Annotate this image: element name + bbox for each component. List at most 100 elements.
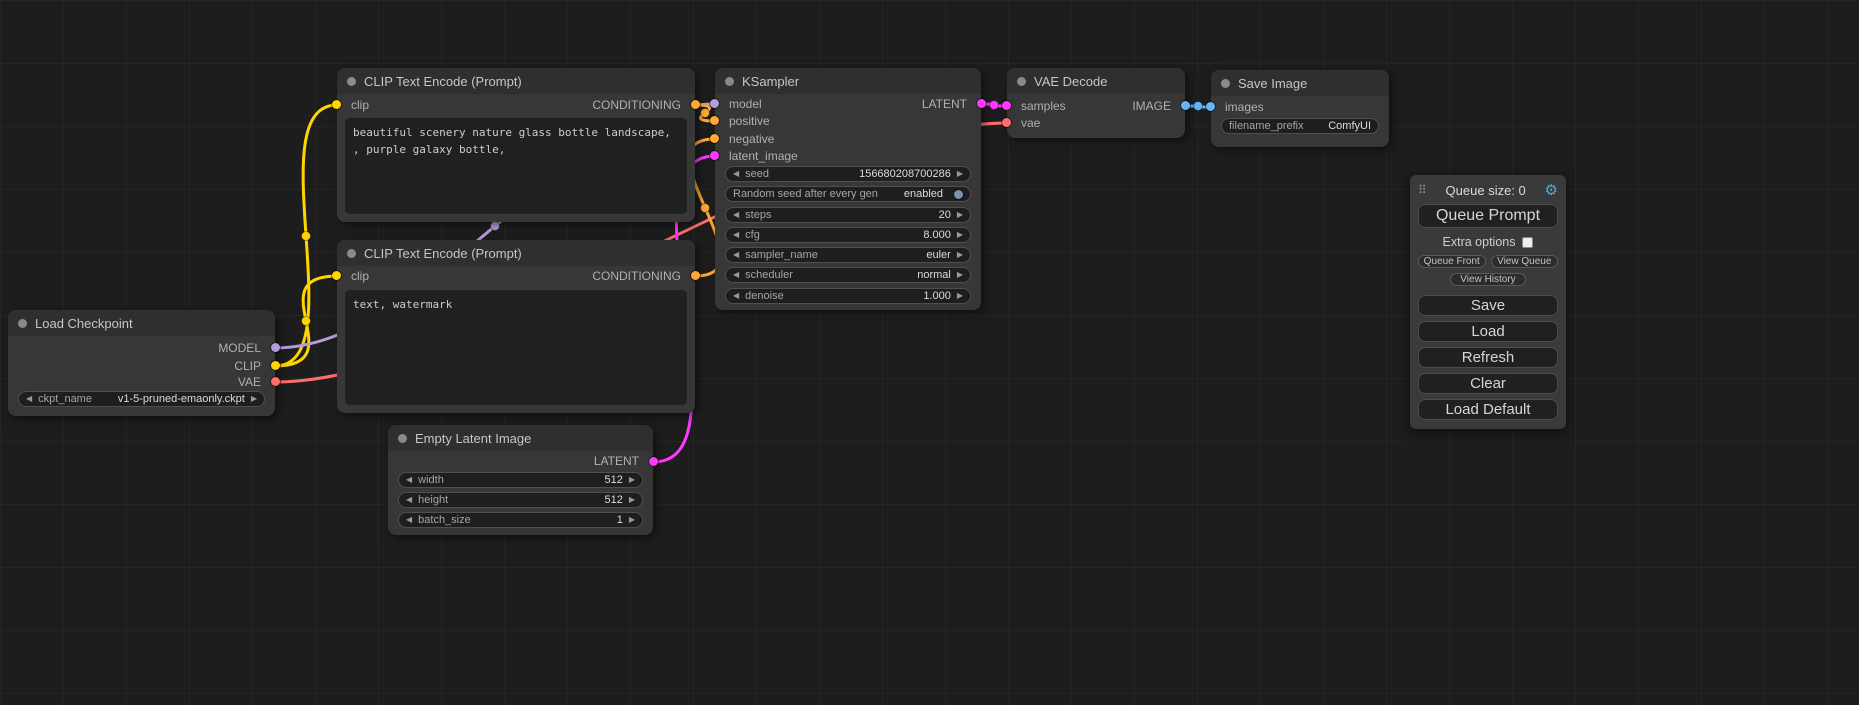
node-collapse-dot[interactable] [398, 434, 407, 443]
ckpt-name-widget[interactable]: ◀ ckpt_name v1-5-pruned-emaonly.ckpt ▶ [18, 391, 265, 407]
output-slot-clip[interactable] [271, 361, 280, 370]
load-default-button[interactable]: Load Default [1418, 399, 1558, 420]
view-history-button[interactable]: View History [1450, 273, 1526, 286]
save-button[interactable]: Save [1418, 295, 1558, 316]
input-slot-images[interactable] [1206, 102, 1215, 111]
widget-label: scheduler [745, 269, 793, 281]
node-title: Load Checkpoint [35, 316, 133, 331]
node-collapse-dot[interactable] [1221, 79, 1230, 88]
input-slot-vae[interactable] [1002, 118, 1011, 127]
widget-value: 512 [604, 474, 622, 486]
increment-arrow-icon[interactable]: ▶ [957, 292, 963, 300]
input-label-samples: samples [1021, 99, 1066, 113]
node-collapse-dot[interactable] [725, 77, 734, 86]
widget-label: width [418, 474, 444, 486]
input-slot-clip[interactable] [332, 271, 341, 280]
cfg-widget[interactable]: ◀ cfg 8.000 ▶ [725, 227, 971, 243]
link-midpoint-dot [491, 222, 500, 231]
node-collapse-dot[interactable] [347, 249, 356, 258]
queue-front-button[interactable]: Queue Front [1418, 255, 1486, 268]
widget-label: ckpt_name [38, 393, 92, 405]
increment-arrow-icon[interactable]: ▶ [629, 476, 635, 484]
widget-label: Random seed after every gen [733, 188, 878, 200]
output-slot-conditioning[interactable] [691, 271, 700, 280]
extra-options-checkbox[interactable] [1522, 237, 1533, 248]
node-collapse-dot[interactable] [1017, 77, 1026, 86]
height-widget[interactable]: ◀ height 512 ▶ [398, 492, 643, 508]
output-slot-conditioning[interactable] [691, 100, 700, 109]
view-queue-button[interactable]: View Queue [1491, 255, 1559, 268]
node-empty-latent-image[interactable]: Empty Latent Image LATENT ◀ width 512 ▶ … [388, 425, 653, 535]
queue-size-label: Queue size: 0 [1427, 183, 1545, 198]
toggle-knob-icon[interactable] [954, 190, 963, 199]
load-button[interactable]: Load [1418, 321, 1558, 342]
node-vae-decode[interactable]: VAE Decode samples vae IMAGE [1007, 68, 1185, 138]
widget-label: height [418, 494, 448, 506]
node-save-image[interactable]: Save Image images filename_prefix ComfyU… [1211, 70, 1389, 147]
node-load-checkpoint[interactable]: Load Checkpoint MODEL CLIP VAE ◀ ckpt_na… [8, 310, 275, 416]
batch-size-widget[interactable]: ◀ batch_size 1 ▶ [398, 512, 643, 528]
comfy-menu-panel[interactable]: ⠿ Queue size: 0 ⚙ Queue Prompt Extra opt… [1410, 175, 1566, 429]
negative-prompt-textarea[interactable] [345, 290, 687, 405]
steps-widget[interactable]: ◀ steps 20 ▶ [725, 207, 971, 223]
node-collapse-dot[interactable] [347, 77, 356, 86]
node-clip-text-encode-positive[interactable]: CLIP Text Encode (Prompt) clip CONDITION… [337, 68, 695, 222]
input-slot-latent-image[interactable] [710, 151, 719, 160]
node-title-bar[interactable]: Empty Latent Image [388, 425, 653, 451]
refresh-button[interactable]: Refresh [1418, 347, 1558, 368]
node-title-bar[interactable]: Save Image [1211, 70, 1389, 96]
sampler-name-widget[interactable]: ◀ sampler_name euler ▶ [725, 247, 971, 263]
increment-arrow-icon[interactable]: ▶ [957, 231, 963, 239]
node-clip-text-encode-negative[interactable]: CLIP Text Encode (Prompt) clip CONDITION… [337, 240, 695, 413]
width-widget[interactable]: ◀ width 512 ▶ [398, 472, 643, 488]
decrement-arrow-icon[interactable]: ◀ [733, 211, 739, 219]
node-title-bar[interactable]: VAE Decode [1007, 68, 1185, 94]
node-title-bar[interactable]: Load Checkpoint [8, 310, 275, 336]
output-slot-model[interactable] [271, 343, 280, 352]
output-slot-latent[interactable] [649, 457, 658, 466]
output-label-vae: VAE [238, 375, 261, 389]
output-slot-latent[interactable] [977, 99, 986, 108]
increment-arrow-icon[interactable]: ▶ [957, 251, 963, 259]
input-slot-negative[interactable] [710, 134, 719, 143]
increment-arrow-icon[interactable]: ▶ [629, 516, 635, 524]
output-slot-vae[interactable] [271, 377, 280, 386]
input-slot-samples[interactable] [1002, 101, 1011, 110]
input-slot-clip[interactable] [332, 100, 341, 109]
increment-arrow-icon[interactable]: ▶ [629, 496, 635, 504]
node-title-bar[interactable]: KSampler [715, 68, 981, 94]
settings-gear-icon[interactable]: ⚙ [1545, 183, 1558, 198]
decrement-arrow-icon[interactable]: ◀ [733, 271, 739, 279]
decrement-arrow-icon[interactable]: ◀ [733, 231, 739, 239]
increment-arrow-icon[interactable]: ▶ [957, 170, 963, 178]
increment-arrow-icon[interactable]: ▶ [251, 395, 257, 403]
input-slot-model[interactable] [710, 99, 719, 108]
decrement-arrow-icon[interactable]: ◀ [406, 496, 412, 504]
drag-handle-icon[interactable]: ⠿ [1418, 183, 1427, 197]
random-seed-toggle-widget[interactable]: Random seed after every gen enabled [725, 186, 971, 202]
queue-prompt-button[interactable]: Queue Prompt [1418, 204, 1558, 228]
node-title-bar[interactable]: CLIP Text Encode (Prompt) [337, 68, 695, 94]
decrement-arrow-icon[interactable]: ◀ [733, 251, 739, 259]
positive-prompt-textarea[interactable] [345, 118, 687, 214]
increment-arrow-icon[interactable]: ▶ [957, 211, 963, 219]
decrement-arrow-icon[interactable]: ◀ [733, 170, 739, 178]
filename-prefix-widget[interactable]: filename_prefix ComfyUI [1221, 118, 1379, 134]
node-title-bar[interactable]: CLIP Text Encode (Prompt) [337, 240, 695, 266]
node-ksampler[interactable]: KSampler model positive negative latent_… [715, 68, 981, 310]
decrement-arrow-icon[interactable]: ◀ [733, 292, 739, 300]
clear-button[interactable]: Clear [1418, 373, 1558, 394]
input-slot-positive[interactable] [710, 116, 719, 125]
seed-widget[interactable]: ◀ seed 156680208700286 ▶ [725, 166, 971, 182]
input-label-model: model [729, 97, 762, 111]
output-slot-image[interactable] [1181, 101, 1190, 110]
increment-arrow-icon[interactable]: ▶ [957, 271, 963, 279]
denoise-widget[interactable]: ◀ denoise 1.000 ▶ [725, 288, 971, 304]
decrement-arrow-icon[interactable]: ◀ [406, 516, 412, 524]
widget-label: cfg [745, 229, 760, 241]
node-collapse-dot[interactable] [18, 319, 27, 328]
scheduler-widget[interactable]: ◀ scheduler normal ▶ [725, 267, 971, 283]
decrement-arrow-icon[interactable]: ◀ [406, 476, 412, 484]
decrement-arrow-icon[interactable]: ◀ [26, 395, 32, 403]
widget-value: v1-5-pruned-emaonly.ckpt [118, 393, 245, 405]
